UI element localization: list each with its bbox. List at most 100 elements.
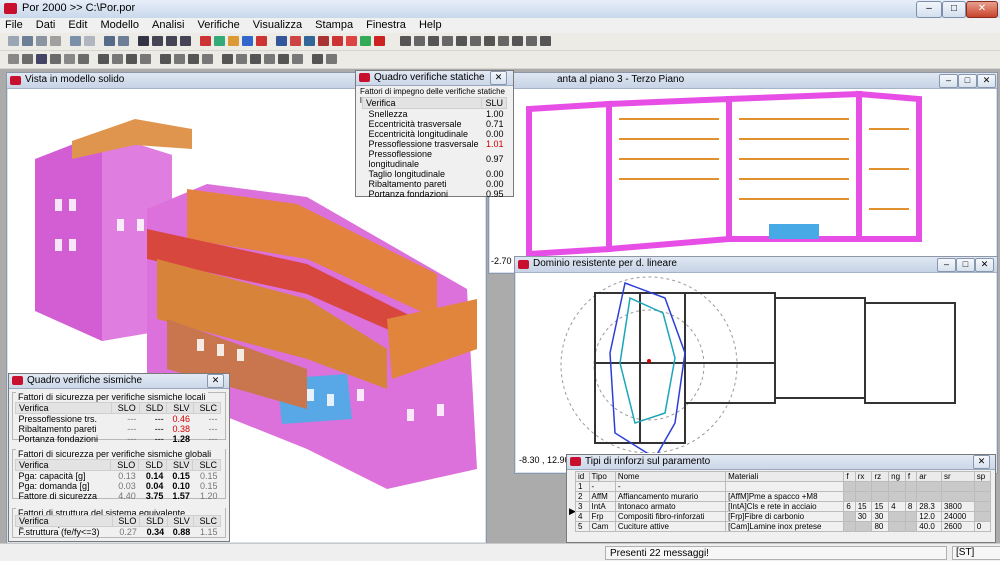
row-value: 0.00 xyxy=(485,129,504,139)
tool-icon[interactable] xyxy=(414,36,425,46)
tool-icon[interactable] xyxy=(22,36,33,46)
row-value: 0.71 xyxy=(485,119,504,129)
tool-icon[interactable] xyxy=(78,54,89,64)
tool-icon[interactable] xyxy=(188,54,199,64)
window-minimize-button[interactable]: – xyxy=(937,258,956,272)
minimize-button[interactable]: – xyxy=(916,1,942,18)
window-maximize-button[interactable]: □ xyxy=(958,74,977,88)
menu-analisi[interactable]: Analisi xyxy=(147,18,189,33)
table-row[interactable]: 1 - - xyxy=(575,481,992,492)
tool-icon[interactable] xyxy=(50,54,61,64)
tool-icon[interactable] xyxy=(360,36,371,46)
tool-icon[interactable] xyxy=(160,54,171,64)
tool-icon[interactable] xyxy=(22,54,33,64)
tool-icon[interactable] xyxy=(318,36,329,46)
col-header: rz xyxy=(871,471,890,482)
tool-icon[interactable] xyxy=(456,36,467,46)
menu-modello[interactable]: Modello xyxy=(95,18,144,33)
col-header: SLO xyxy=(110,402,140,414)
tool-icon[interactable] xyxy=(8,36,19,46)
window-minimize-button[interactable]: – xyxy=(939,74,958,88)
tool-icon[interactable] xyxy=(526,36,537,46)
table-row: Portanza fondazioni --- --- 1.28 --- xyxy=(16,434,221,444)
domain-view[interactable] xyxy=(515,273,995,453)
tool-icon[interactable] xyxy=(540,36,551,46)
tool-icon[interactable] xyxy=(166,36,177,46)
menu-stampa[interactable]: Stampa xyxy=(310,18,358,33)
tool-icon[interactable] xyxy=(152,36,163,46)
tool-icon[interactable] xyxy=(64,54,75,64)
tool-icon[interactable] xyxy=(214,36,225,46)
close-button[interactable]: ✕ xyxy=(966,1,998,18)
tool-icon[interactable] xyxy=(264,54,275,64)
panel-close-button[interactable]: ✕ xyxy=(973,455,990,469)
window-icon xyxy=(518,260,529,269)
menu-help[interactable]: Help xyxy=(414,18,447,33)
window-maximize-button[interactable]: □ xyxy=(956,258,975,272)
cell: 0.34 xyxy=(146,527,165,537)
tool-icon[interactable] xyxy=(126,54,137,64)
tool-icon[interactable] xyxy=(442,36,453,46)
tool-icon[interactable] xyxy=(138,36,149,46)
tool-icon[interactable] xyxy=(174,54,185,64)
app-logo-icon xyxy=(4,3,17,14)
tool-icon[interactable] xyxy=(304,36,315,46)
tool-icon[interactable] xyxy=(140,54,151,64)
table-row[interactable]: 3 IntA Intonaco armato [IntA]Cls e rete … xyxy=(575,501,992,512)
cell xyxy=(843,521,856,532)
tool-icon[interactable] xyxy=(428,36,439,46)
cell: 0.88 xyxy=(172,527,191,537)
tool-icon[interactable] xyxy=(326,54,337,64)
tool-icon[interactable] xyxy=(278,54,289,64)
menu-file[interactable]: File xyxy=(0,18,28,33)
plan-view[interactable] xyxy=(489,89,995,256)
tool-icon[interactable] xyxy=(104,36,115,46)
tool-icon[interactable] xyxy=(70,36,81,46)
tool-icon[interactable] xyxy=(98,54,109,64)
panel-close-button[interactable]: ✕ xyxy=(490,71,507,85)
tool-icon[interactable] xyxy=(84,36,95,46)
menu-dati[interactable]: Dati xyxy=(31,18,61,33)
menu-verifiche[interactable]: Verifiche xyxy=(193,18,245,33)
maximize-button[interactable]: □ xyxy=(942,1,966,18)
tool-icon[interactable] xyxy=(400,36,411,46)
reinforcements-table: id Tipo Nome Materiali f rx rz ng f ar s… xyxy=(575,471,992,532)
tool-icon[interactable] xyxy=(200,36,211,46)
row-label: Snellezza xyxy=(368,109,408,119)
tool-icon[interactable] xyxy=(256,36,267,46)
table-row[interactable]: 4 Frp Compositi fibro-rinforzati [Frp]Fi… xyxy=(575,511,992,522)
panel-close-button[interactable]: ✕ xyxy=(207,374,224,388)
tool-icon[interactable] xyxy=(470,36,481,46)
tool-icon[interactable] xyxy=(332,36,343,46)
table-row[interactable]: 5 Cam Cuciture attive [Cam]Lamine inox p… xyxy=(575,521,992,532)
window-close-button[interactable]: ✕ xyxy=(977,74,996,88)
tool-icon[interactable] xyxy=(50,36,61,46)
tool-icon[interactable] xyxy=(346,36,357,46)
tool-icon[interactable] xyxy=(222,54,233,64)
tool-icon[interactable] xyxy=(242,36,253,46)
tool-icon[interactable] xyxy=(250,54,261,64)
window-close-button[interactable]: ✕ xyxy=(975,258,994,272)
tool-icon[interactable] xyxy=(312,54,323,64)
tool-icon[interactable] xyxy=(512,36,523,46)
tool-icon[interactable] xyxy=(118,36,129,46)
tool-icon[interactable] xyxy=(228,36,239,46)
tool-icon[interactable] xyxy=(276,36,287,46)
tool-icon[interactable] xyxy=(290,36,301,46)
tool-icon[interactable] xyxy=(374,36,385,46)
menu-edit[interactable]: Edit xyxy=(63,18,92,33)
tool-icon[interactable] xyxy=(8,54,19,64)
tool-icon[interactable] xyxy=(484,36,495,46)
tool-icon[interactable] xyxy=(112,54,123,64)
menu-finestra[interactable]: Finestra xyxy=(361,18,411,33)
table-row[interactable]: 2 AffM Affiancamento murario [AffM]Pme a… xyxy=(575,491,992,502)
tool-icon[interactable] xyxy=(36,54,47,64)
tool-icon[interactable] xyxy=(498,36,509,46)
menu-visualizza[interactable]: Visualizza xyxy=(248,18,307,33)
tool-icon[interactable] xyxy=(292,54,303,64)
tool-icon[interactable] xyxy=(236,54,247,64)
tool-icon[interactable] xyxy=(180,36,191,46)
tool-icon[interactable] xyxy=(36,36,47,46)
cell xyxy=(916,491,942,502)
tool-icon[interactable] xyxy=(202,54,213,64)
